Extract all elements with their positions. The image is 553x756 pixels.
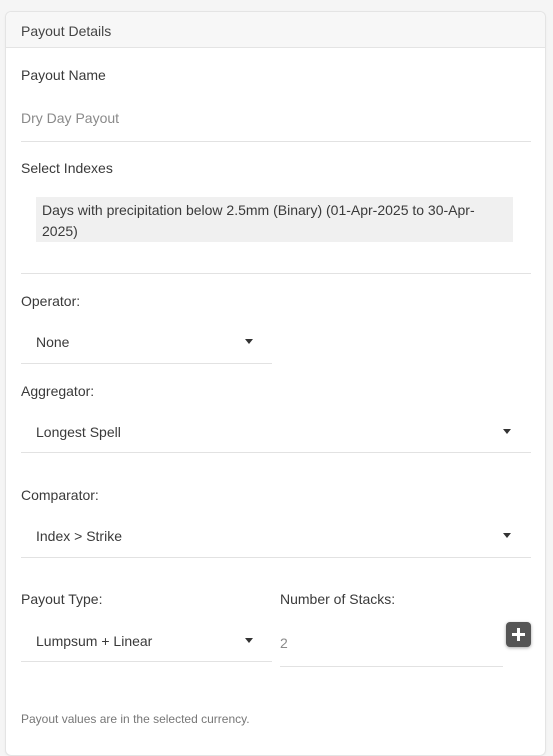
aggregator-underline [21,452,531,453]
caret-down-icon [245,638,253,643]
operator-label: Operator: [21,293,81,309]
comparator-label: Comparator: [21,487,99,503]
stacks-value: 2 [280,635,288,651]
payout-name-underline [21,141,531,142]
card-header: Payout Details [6,12,545,48]
indexes-divider [21,273,531,274]
payout-details-card: Payout Details Payout Name Dry Day Payou… [5,11,546,756]
payout-name-label: Payout Name [21,67,106,83]
operator-underline [21,363,272,364]
comparator-select[interactable]: Index > Strike [21,518,531,558]
card-title: Payout Details [21,23,112,39]
stacks-label: Number of Stacks: [280,591,396,607]
currency-note: Payout values are in the selected curren… [21,712,250,726]
caret-down-icon [503,429,511,434]
caret-down-icon [245,339,253,344]
operator-value: None [36,334,70,350]
comparator-underline [21,557,531,558]
stacks-underline [280,666,503,667]
aggregator-select[interactable]: Longest Spell [21,414,531,454]
payout-type-value: Lumpsum + Linear [36,633,153,649]
payout-type-label: Payout Type: [21,591,103,607]
caret-down-icon [503,533,511,538]
payout-type-underline [21,661,272,662]
aggregator-label: Aggregator: [21,383,95,399]
selected-index-chip[interactable]: Days with precipitation below 2.5mm (Bin… [36,197,513,242]
add-stack-button[interactable] [506,622,531,647]
operator-select[interactable]: None [21,324,272,364]
payout-type-select[interactable]: Lumpsum + Linear [21,623,272,663]
plus-icon [512,628,525,641]
stacks-input[interactable]: 2 [280,623,503,667]
comparator-value: Index > Strike [36,528,122,544]
payout-name-placeholder: Dry Day Payout [21,110,120,126]
aggregator-value: Longest Spell [36,424,121,440]
select-indexes-label: Select Indexes [21,160,113,176]
payout-name-input[interactable]: Dry Day Payout [21,100,531,142]
